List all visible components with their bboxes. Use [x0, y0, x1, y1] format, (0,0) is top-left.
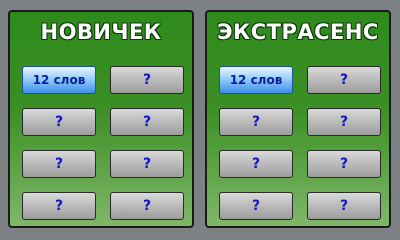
level-cell-psychic-6[interactable]: ?: [307, 150, 381, 178]
panel-title-novice: НОВИЧЕК: [40, 20, 162, 44]
level-cell-psychic-2[interactable]: ?: [307, 66, 381, 94]
level-cell-psychic-3[interactable]: ?: [219, 108, 293, 136]
level-cell-novice-2[interactable]: ?: [110, 66, 184, 94]
level-cell-novice-4[interactable]: ?: [110, 108, 184, 136]
level-grid-psychic: 12 слов ? ? ? ? ? ? ?: [219, 66, 381, 220]
panel-novice: НОВИЧЕК 12 слов ? ? ? ? ? ? ?: [8, 10, 194, 228]
level-grid-novice: 12 слов ? ? ? ? ? ? ?: [22, 66, 184, 220]
level-cell-novice-5[interactable]: ?: [22, 150, 96, 178]
panel-psychic: ЭКСТРАСЕНС 12 слов ? ? ? ? ? ? ?: [205, 10, 391, 228]
level-cell-novice-1[interactable]: 12 слов: [22, 66, 96, 94]
level-cell-psychic-7[interactable]: ?: [219, 192, 293, 220]
level-cell-psychic-4[interactable]: ?: [307, 108, 381, 136]
panel-title-psychic: ЭКСТРАСЕНС: [217, 20, 379, 44]
level-cell-psychic-1[interactable]: 12 слов: [219, 66, 293, 94]
level-cell-novice-6[interactable]: ?: [110, 150, 184, 178]
level-cell-psychic-5[interactable]: ?: [219, 150, 293, 178]
level-cell-novice-3[interactable]: ?: [22, 108, 96, 136]
level-cell-psychic-8[interactable]: ?: [307, 192, 381, 220]
level-cell-novice-8[interactable]: ?: [110, 192, 184, 220]
level-cell-novice-7[interactable]: ?: [22, 192, 96, 220]
